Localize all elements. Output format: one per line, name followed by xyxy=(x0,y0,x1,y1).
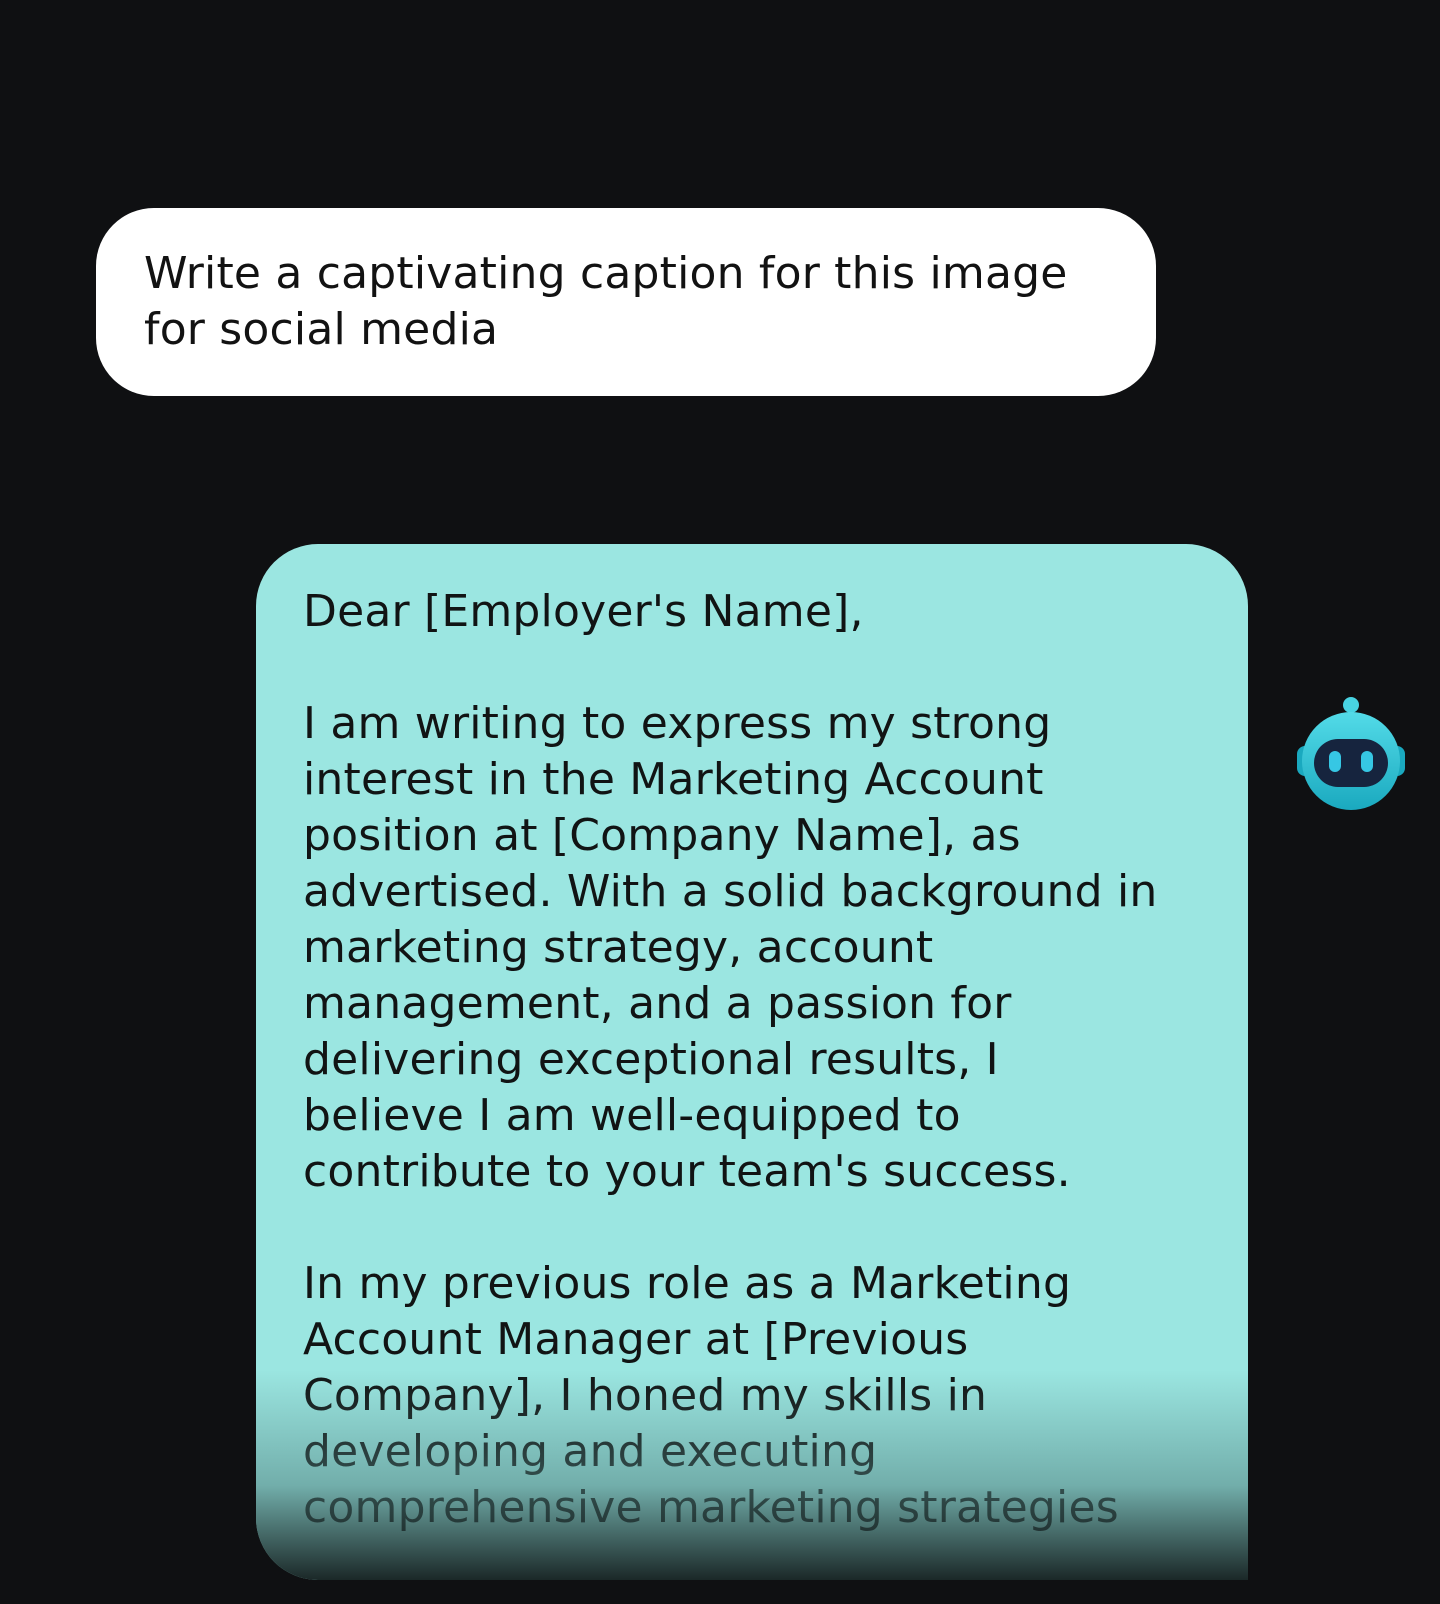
assistant-greeting: Dear [Employer's Name], xyxy=(303,586,864,637)
assistant-avatar xyxy=(1292,694,1410,814)
assistant-paragraph-2: In my previous role as a Marketing Accou… xyxy=(303,1258,1119,1533)
assistant-message-bubble: Dear [Employer's Name], I am writing to … xyxy=(256,544,1248,1580)
user-message-bubble: Write a captivating caption for this ima… xyxy=(96,208,1156,396)
assistant-paragraph-1: I am writing to express my strong intere… xyxy=(303,698,1158,1197)
robot-icon xyxy=(1297,697,1405,810)
chat-screen: Write a captivating caption for this ima… xyxy=(0,0,1440,1604)
user-message-text: Write a captivating caption for this ima… xyxy=(144,248,1068,355)
